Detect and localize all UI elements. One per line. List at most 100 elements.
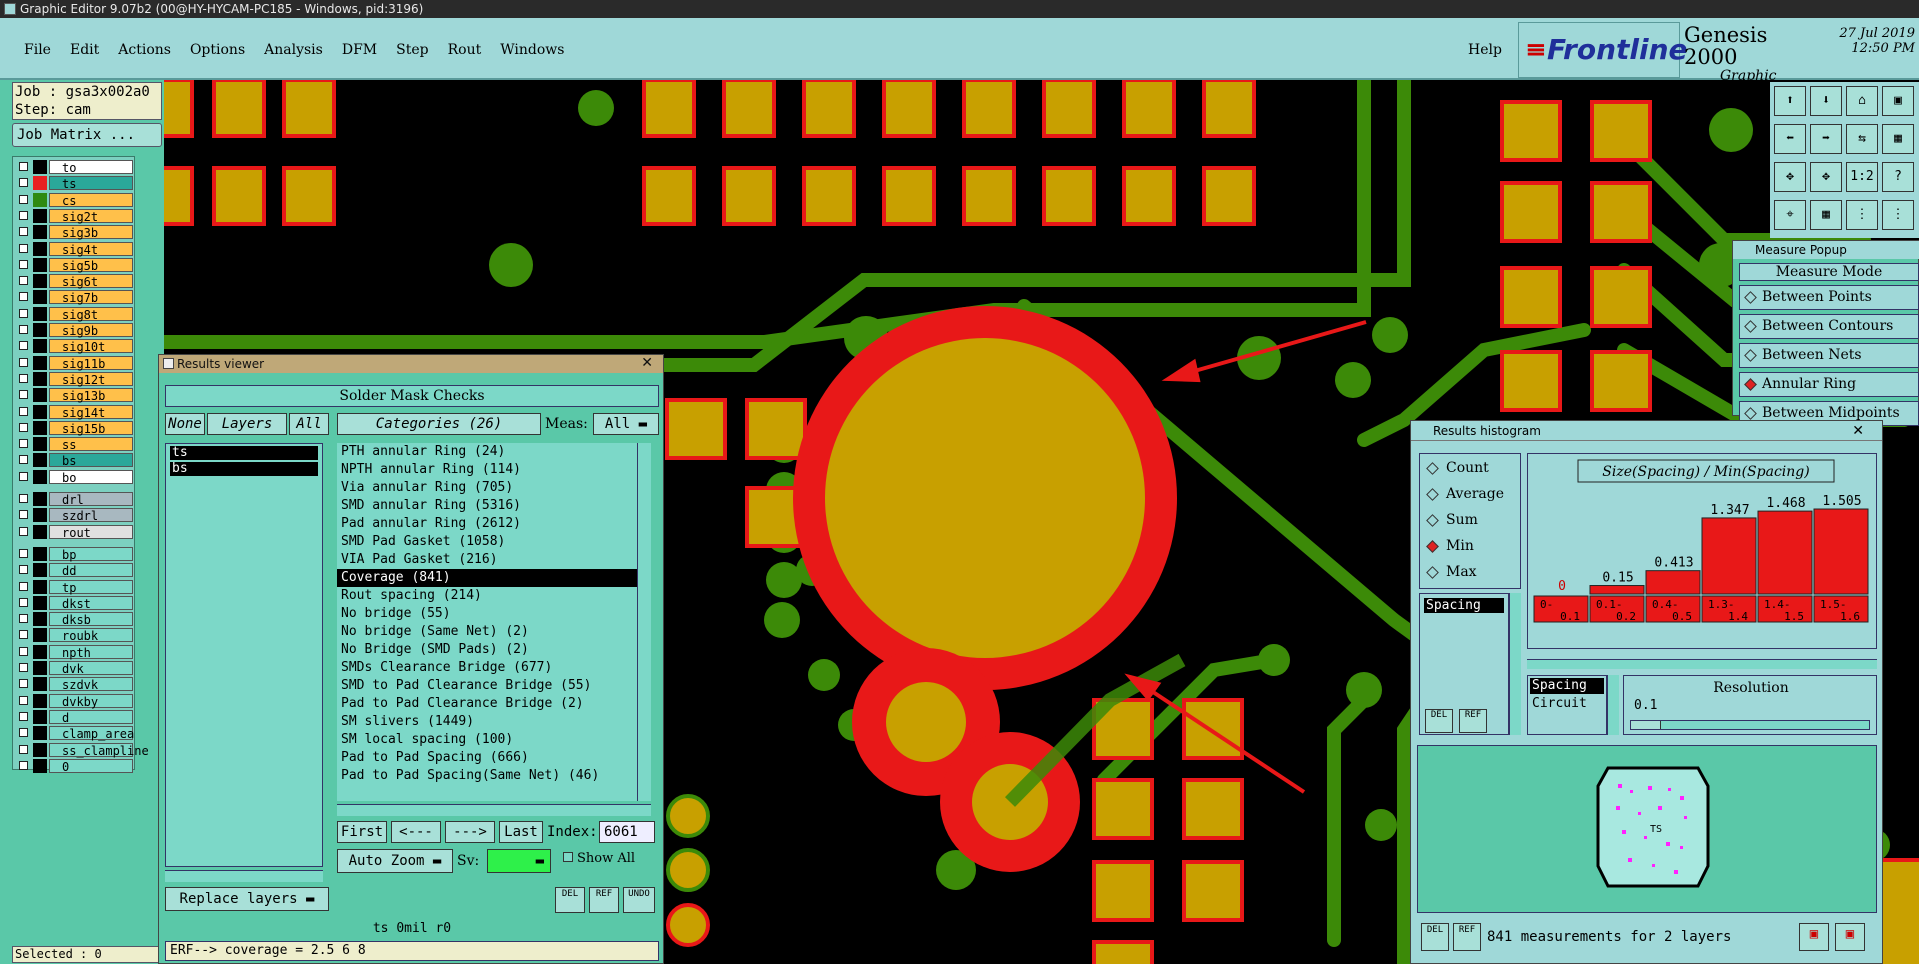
layer-checkbox[interactable] xyxy=(19,548,28,558)
layer-checkbox[interactable] xyxy=(19,630,28,640)
category-item[interactable]: Via annular Ring (705) xyxy=(337,479,637,497)
pan-left-icon[interactable]: ⬅ xyxy=(1774,124,1806,154)
layer-row-0[interactable]: 0 xyxy=(13,758,135,774)
menu-file[interactable]: File xyxy=(24,42,51,58)
layer-checkbox[interactable] xyxy=(19,455,28,465)
menu-help[interactable]: Help xyxy=(1468,42,1502,58)
category-item[interactable]: SMDs Clearance Bridge (677) xyxy=(337,659,637,677)
layers-button[interactable]: Layers xyxy=(207,413,287,435)
layer-row-roubk[interactable]: roubk xyxy=(13,627,135,643)
radio-icon[interactable] xyxy=(1426,462,1439,475)
layer-row-dkst[interactable]: dkst xyxy=(13,595,135,611)
prev-button[interactable]: <--- xyxy=(391,821,441,843)
layer-row-sig10t[interactable]: sig10t xyxy=(13,338,135,354)
layer-checkbox[interactable] xyxy=(19,243,28,253)
layer-checkbox[interactable] xyxy=(19,581,28,591)
show-all-checkbox[interactable] xyxy=(563,852,573,862)
layer-row-sig8t[interactable]: sig8t xyxy=(13,306,135,322)
index-input[interactable]: 6061 xyxy=(599,821,655,843)
layer-checkbox[interactable] xyxy=(19,663,28,672)
radio-icon[interactable] xyxy=(1426,488,1439,501)
close-icon[interactable]: ✕ xyxy=(1852,421,1864,441)
menu-edit[interactable]: Edit xyxy=(70,42,99,58)
fit-all-icon[interactable]: ✥ xyxy=(1774,162,1806,192)
fit-icon[interactable]: ⬆ xyxy=(1774,86,1806,116)
result-layer-ts[interactable]: ts xyxy=(170,446,318,460)
layer-row-sig12t[interactable]: sig12t xyxy=(13,371,135,387)
layer-checkbox[interactable] xyxy=(19,325,28,334)
histogram-title-bar[interactable]: Results histogram ✕ xyxy=(1411,421,1882,441)
auto-zoom-select[interactable]: Auto Zoom ▬ xyxy=(337,849,453,873)
layer-row-npth[interactable]: npth xyxy=(13,644,135,660)
layer-row-sig11b[interactable]: sig11b xyxy=(13,355,135,371)
home-icon[interactable]: ⌂ xyxy=(1846,86,1878,116)
result-layer-bs[interactable]: bs xyxy=(170,462,318,476)
menu-windows[interactable]: Windows xyxy=(500,42,564,58)
category-item[interactable]: PTH annular Ring (24) xyxy=(337,443,637,461)
radio-icon[interactable] xyxy=(1744,349,1757,362)
layer-checkbox[interactable] xyxy=(19,227,28,237)
hist-mode-min[interactable]: Min xyxy=(1426,538,1474,554)
menu-analysis[interactable]: Analysis xyxy=(264,42,323,58)
layer-checkbox[interactable] xyxy=(19,439,28,449)
layer-row-bo[interactable]: bo xyxy=(13,469,135,485)
layout-icon[interactable]: ▦ xyxy=(1810,200,1842,230)
undo-button[interactable]: UNDO xyxy=(623,887,655,913)
layer-row-sig3b[interactable]: sig3b xyxy=(13,224,135,240)
layer-items-hscroll[interactable] xyxy=(165,870,323,882)
ref-button[interactable]: REF xyxy=(589,887,619,913)
radio-icon[interactable] xyxy=(1426,540,1439,553)
query-icon[interactable]: ? xyxy=(1882,162,1914,192)
pan-right-icon[interactable]: ➡ xyxy=(1810,124,1842,154)
category-item[interactable]: Rout spacing (214) xyxy=(337,587,637,605)
layer-checkbox[interactable] xyxy=(19,178,28,188)
category-item[interactable]: SMD Pad Gasket (1058) xyxy=(337,533,637,551)
histogram-hscroll[interactable] xyxy=(1527,659,1877,669)
layer-checkbox[interactable] xyxy=(19,728,28,738)
net2-icon[interactable]: ⋮ xyxy=(1882,200,1914,230)
category-item[interactable]: NPTH annular Ring (114) xyxy=(337,461,637,479)
layer-row-d[interactable]: d xyxy=(13,709,135,725)
measure-option[interactable]: Between Contours xyxy=(1739,314,1919,339)
layer-row-sig4t[interactable]: sig4t xyxy=(13,241,135,257)
last-button[interactable]: Last xyxy=(499,821,543,843)
hist-bar[interactable] xyxy=(1757,510,1813,595)
menu-step[interactable]: Step xyxy=(396,42,428,58)
scale-icon[interactable]: 1:2 xyxy=(1846,162,1878,192)
category-item[interactable]: Pad to Pad Spacing(Same Net) (46) xyxy=(337,767,637,785)
layer-row-sig15b[interactable]: sig15b xyxy=(13,420,135,436)
radio-icon[interactable] xyxy=(1744,320,1757,333)
show-all-toggle[interactable]: Show All xyxy=(563,849,635,869)
preview-del-button[interactable]: DEL xyxy=(1421,923,1449,951)
sv-color-select[interactable]: ▬ xyxy=(487,849,551,873)
radio-icon[interactable] xyxy=(1744,378,1757,391)
category-item[interactable]: Pad to Pad Spacing (666) xyxy=(337,749,637,767)
category-item[interactable]: SM slivers (1449) xyxy=(337,713,637,731)
histogram-items-vscroll[interactable] xyxy=(1509,593,1521,735)
radio-icon[interactable] xyxy=(1744,407,1757,420)
layer-row-dvk[interactable]: dvk xyxy=(13,660,135,676)
menu-actions[interactable]: Actions xyxy=(118,42,171,58)
category-item[interactable]: SMD annular Ring (5316) xyxy=(337,497,637,515)
resolution-slider-thumb[interactable] xyxy=(1631,721,1661,729)
layer-checkbox[interactable] xyxy=(19,597,28,607)
layer-row-to[interactable]: to xyxy=(13,159,135,175)
layer-checkbox[interactable] xyxy=(19,422,28,432)
zoom-in-icon[interactable]: ⬇ xyxy=(1810,86,1842,116)
layer-row-dd[interactable]: dd xyxy=(13,562,135,578)
hist-bar[interactable] xyxy=(1589,585,1645,595)
histogram-ref-button[interactable]: REF xyxy=(1459,709,1487,733)
grid-icon[interactable]: ▦ xyxy=(1882,124,1914,154)
layer-checkbox[interactable] xyxy=(19,406,28,416)
hist-list-item[interactable]: Spacing xyxy=(1424,598,1504,613)
preview-ref-button[interactable]: REF xyxy=(1453,923,1481,951)
category-item[interactable]: No Bridge (SMD Pads) (2) xyxy=(337,641,637,659)
hist-bar[interactable] xyxy=(1645,570,1701,595)
layer-checkbox[interactable] xyxy=(19,646,28,656)
layer-checkbox[interactable] xyxy=(19,390,28,400)
first-button[interactable]: First xyxy=(337,821,387,843)
layer-row-sig14t[interactable]: sig14t xyxy=(13,404,135,420)
layer-row-bp[interactable]: bp xyxy=(13,546,135,562)
hist-bar[interactable] xyxy=(1813,508,1869,595)
layer-row-drl[interactable]: drl xyxy=(13,491,135,507)
